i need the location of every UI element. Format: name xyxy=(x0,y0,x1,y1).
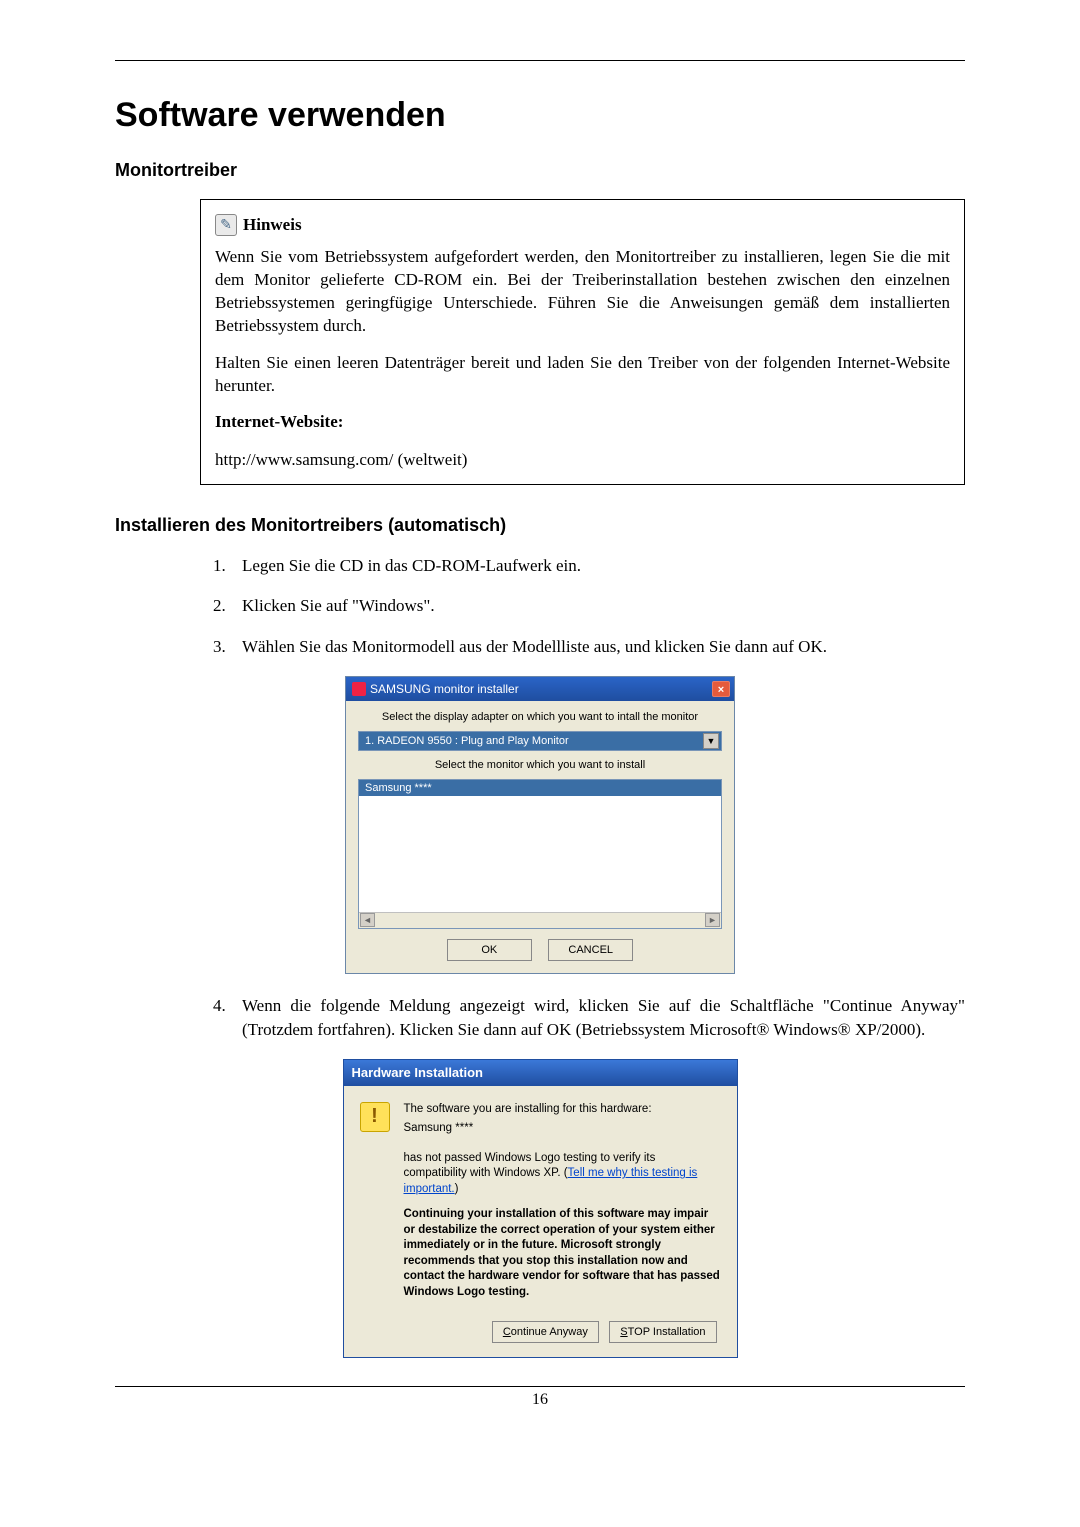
hardware-installation-dialog: Hardware Installation ! The software you… xyxy=(343,1059,738,1358)
step-2: Klicken Sie auf "Windows". xyxy=(230,594,965,619)
chevron-down-icon[interactable]: ▼ xyxy=(703,733,719,749)
scroll-left-icon[interactable]: ◄ xyxy=(360,913,375,927)
installer-title-text: SAMSUNG monitor installer xyxy=(370,682,519,696)
top-horizontal-rule xyxy=(115,60,965,61)
section-heading-monitortreiber: Monitortreiber xyxy=(115,160,965,181)
steps-ordered-list-continued: Wenn die folgende Meldung angezeigt wird… xyxy=(200,994,965,1043)
installer-instruction-1: Select the display adapter on which you … xyxy=(358,711,722,723)
scroll-right-icon[interactable]: ► xyxy=(705,913,720,927)
installer-close-button[interactable]: × xyxy=(712,681,730,697)
step-4: Wenn die folgende Meldung angezeigt wird… xyxy=(230,994,965,1043)
hinweis-note-box: ✎ Hinweis Wenn Sie vom Betriebssystem au… xyxy=(200,199,965,485)
hw-product-name: Samsung **** xyxy=(404,1121,721,1137)
installer-titlebar: SAMSUNG monitor installer × xyxy=(346,677,734,701)
bottom-horizontal-rule xyxy=(115,1386,965,1387)
samsung-installer-dialog: SAMSUNG monitor installer × Select the d… xyxy=(345,676,735,974)
note-url: http://www.samsung.com/ (weltweit) xyxy=(215,450,950,470)
note-paragraph-1: Wenn Sie vom Betriebssystem aufgefordert… xyxy=(215,246,950,338)
note-paragraph-2: Halten Sie einen leeren Datenträger bere… xyxy=(215,352,950,398)
page-title: Software verwenden xyxy=(115,96,965,135)
stop-installation-button[interactable]: STOP Installation xyxy=(609,1321,716,1343)
note-icon: ✎ xyxy=(215,214,237,236)
hw-text-line1: The software you are installing for this… xyxy=(404,1102,721,1118)
installer-list-selected-item[interactable]: Samsung **** xyxy=(359,780,721,796)
step-3: Wählen Sie das Monitormodell aus der Mod… xyxy=(230,635,965,660)
hw-titlebar: Hardware Installation xyxy=(344,1060,737,1086)
note-website-label: Internet-Website: xyxy=(215,412,950,432)
installer-cancel-button[interactable]: CANCEL xyxy=(548,939,633,961)
installer-monitor-listbox[interactable]: Samsung **** ◄ ► xyxy=(358,779,722,929)
installer-horizontal-scrollbar[interactable]: ◄ ► xyxy=(359,912,721,928)
installer-instruction-2: Select the monitor which you want to ins… xyxy=(358,759,722,771)
page-number: 16 xyxy=(115,1391,965,1409)
installer-adapter-value: 1. RADEON 9550 : Plug and Play Monitor xyxy=(365,735,569,747)
section-heading-installieren: Installieren des Monitortreibers (automa… xyxy=(115,515,965,536)
installer-app-icon xyxy=(352,682,366,696)
continue-anyway-button[interactable]: Continue Anyway xyxy=(492,1321,599,1343)
steps-ordered-list: Legen Sie die CD in das CD-ROM-Laufwerk … xyxy=(200,554,965,660)
hw-text-line2: has not passed Windows Logo testing to v… xyxy=(404,1151,721,1198)
warning-icon: ! xyxy=(360,1102,390,1132)
installer-adapter-select[interactable]: 1. RADEON 9550 : Plug and Play Monitor ▼ xyxy=(358,731,722,751)
step-1: Legen Sie die CD in das CD-ROM-Laufwerk … xyxy=(230,554,965,579)
installer-ok-button[interactable]: OK xyxy=(447,939,532,961)
hw-text-warning: Continuing your installation of this sof… xyxy=(404,1207,721,1300)
note-title: Hinweis xyxy=(243,215,302,235)
